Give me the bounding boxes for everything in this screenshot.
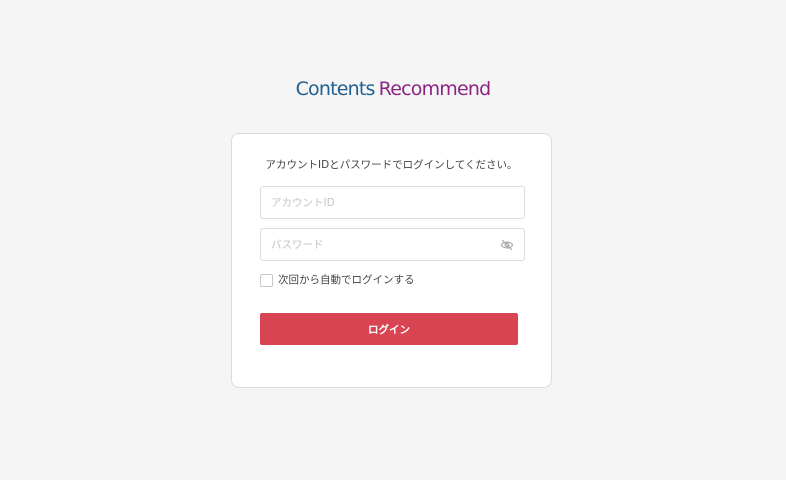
login-button[interactable]: ログイン [260,313,518,345]
account-id-field [260,186,525,219]
logo-word-contents: Contents [295,78,376,100]
logo-word-recommend: Recommend [378,78,492,100]
password-field [260,228,525,261]
account-id-input[interactable] [261,187,496,218]
eye-slash-icon[interactable] [500,238,514,252]
logo: Contents Recommend [0,77,786,101]
password-input[interactable] [261,229,496,260]
remember-login-checkbox[interactable] [260,273,273,287]
login-card: アカウントIDとパスワードでログインしてください。 次回から自動でログインする … [231,133,552,388]
login-instruction: アカウントIDとパスワードでログインしてください。 [265,159,518,171]
remember-login-label: 次回から自動でログインする [278,274,415,286]
login-page: Contents Recommend アカウントIDとパスワードでログインしてくだ… [0,0,786,480]
remember-login-option[interactable]: 次回から自動でログインする [260,272,415,288]
